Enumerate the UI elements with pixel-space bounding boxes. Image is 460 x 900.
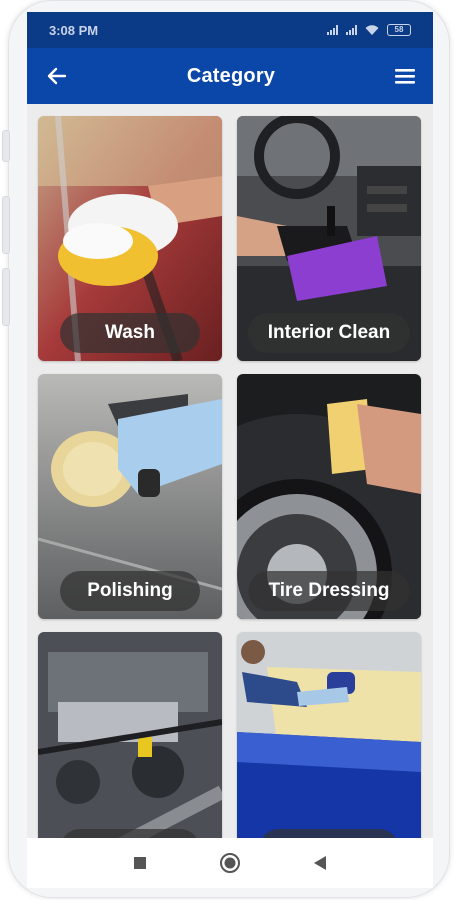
category-label: Interior Clean bbox=[247, 313, 411, 353]
phone-side-button bbox=[2, 268, 10, 326]
category-label: Wash bbox=[60, 313, 200, 353]
battery-icon: 58 bbox=[387, 24, 411, 36]
app-bar: Category bbox=[27, 48, 433, 104]
circle-home-icon[interactable] bbox=[219, 852, 241, 874]
category-card-tire-dressing[interactable]: Tire Dressing bbox=[237, 374, 421, 619]
status-time: 3:08 PM bbox=[49, 22, 99, 38]
page-title: Category bbox=[186, 64, 276, 87]
triangle-back-icon[interactable] bbox=[309, 852, 331, 874]
wifi-icon bbox=[365, 25, 379, 35]
category-card-polishing[interactable]: Polishing bbox=[38, 374, 222, 619]
category-card-interior-clean[interactable]: Interior Clean bbox=[237, 116, 421, 361]
category-label: Tire Dressing bbox=[248, 571, 410, 611]
phone-side-button bbox=[2, 130, 10, 162]
category-card-wash[interactable]: Wash bbox=[38, 116, 222, 361]
arrow-left-icon[interactable] bbox=[45, 64, 69, 88]
battery-level: 58 bbox=[394, 25, 404, 34]
signal-icon bbox=[327, 25, 338, 35]
category-grid: Wash Interior Clean Polishing Tire Dress… bbox=[38, 116, 422, 877]
hamburger-menu-icon[interactable] bbox=[393, 64, 417, 88]
status-bar: 3:08 PM 58 bbox=[27, 12, 433, 48]
category-label: Polishing bbox=[60, 571, 200, 611]
signal-icon bbox=[346, 25, 357, 35]
system-nav-bar bbox=[27, 838, 433, 888]
phone-side-button bbox=[2, 196, 10, 254]
square-recent-icon[interactable] bbox=[129, 852, 151, 874]
status-icons: 58 bbox=[327, 24, 411, 36]
screen: 3:08 PM 58 Category Wash Interior Clean … bbox=[27, 12, 433, 888]
